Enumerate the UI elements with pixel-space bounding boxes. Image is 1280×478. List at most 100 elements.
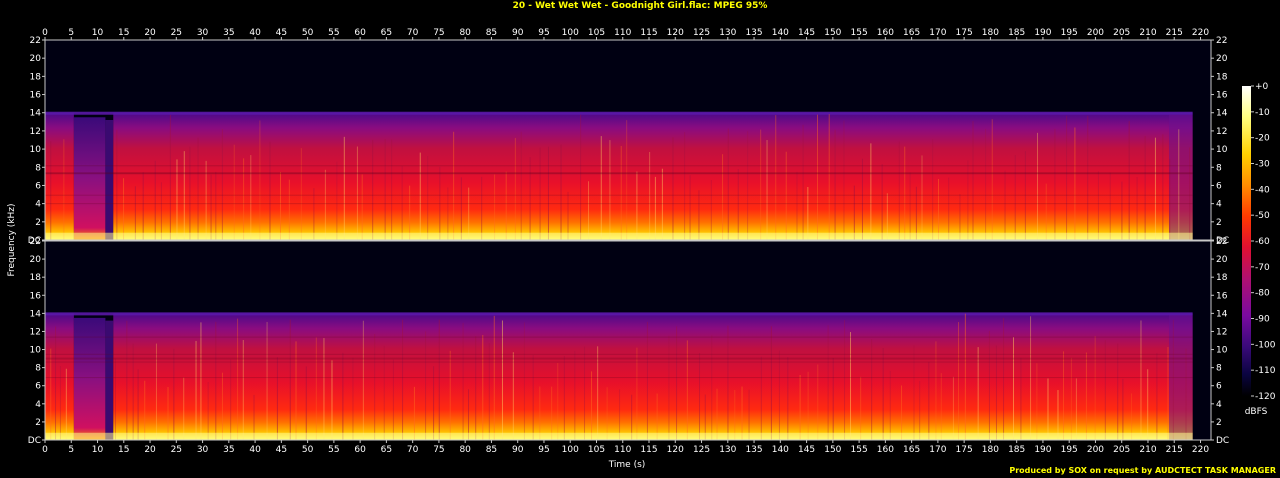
x-tick-label: 140 [772,445,789,455]
x-tick-label: 105 [588,445,605,455]
spectrogram-chart: DC DC2 24 46 68 810 1012 1214 1416 1618 1820 2022 22… [7,28,1276,470]
x-tick-label: 150 [824,445,841,455]
transient-streak [126,320,128,440]
transient-streak [799,374,801,440]
x-tick-label: 155 [851,28,868,38]
transient-streak [514,137,516,240]
x-tick-label: 30 [197,28,209,38]
transient-streak [250,155,252,240]
transient-streak [853,185,855,240]
transient-streak [901,385,903,440]
x-tick-label: 215 [1166,445,1183,455]
spectral-band [45,172,1193,174]
x-tick-label: 35 [223,28,234,38]
spectral-band [45,203,1193,205]
transient-streak [938,178,940,240]
transient-streak [342,352,344,440]
transient-streak [1128,121,1130,240]
y-tick-label: 22 [30,36,41,46]
transient-streak [123,178,125,240]
x-tick-label: 80 [459,28,471,38]
transient-streak [619,389,621,440]
x-tick-label: 130 [719,445,736,455]
x-tick-label: 160 [877,445,894,455]
y-tick-label: 14 [30,309,42,319]
y-tick-label: 16 [30,91,42,101]
quiet-segment [73,317,106,440]
transient-streak [427,155,429,240]
y-tick-label: 12 [30,127,41,137]
x-tick-label: 70 [407,445,419,455]
x-tick-label: 60 [354,28,366,38]
x-tick-label: 80 [459,445,471,455]
x-tick-label: 115 [640,445,657,455]
transient-streak [1162,134,1164,240]
spectral-band [45,194,1193,196]
x-tick-label: 5 [68,445,74,455]
transient-streak [1154,137,1156,240]
transient-streak [114,358,116,440]
transient-streak [560,144,562,240]
x-tick-label: 75 [433,28,444,38]
low-frequency-energy [45,432,1193,440]
transient-streak [1156,352,1158,440]
transient-streak [169,114,171,240]
transient-streak [649,151,651,240]
transient-streak [323,338,325,440]
transient-streak [802,124,804,240]
transient-streak [741,386,743,440]
dip-segment [105,320,114,440]
x-tick-label: 55 [328,28,339,38]
transient-streak [391,139,393,240]
x-tick-label: 65 [381,445,392,455]
x-tick-label: 205 [1113,445,1130,455]
x-tick-label: 0 [42,28,48,38]
x-tick-label: 175 [956,445,973,455]
colorbar-scale [1242,86,1251,396]
x-tick-label: 170 [929,28,946,38]
y-tick-label: 6 [1216,181,1222,191]
transient-streak [727,325,729,440]
transient-streak [816,114,818,240]
transient-streak [995,345,997,440]
x-tick-label: 150 [824,28,841,38]
x-tick-label: 85 [486,445,497,455]
transient-streak [828,114,830,240]
transient-streak [860,376,862,440]
transient-streak [1012,337,1014,440]
y-tick-label: 18 [30,273,42,283]
transient-streak [1020,357,1022,440]
x-tick-label: 95 [538,445,549,455]
y-tick-label: 12 [1216,327,1227,337]
transient-streak [921,155,923,240]
y-tick-label: 14 [1216,109,1228,119]
x-tick-label: 65 [381,28,392,38]
transient-streak [760,129,762,240]
transient-streak [580,114,582,240]
y-tick-label: 12 [1216,127,1227,137]
transient-streak [1030,316,1032,440]
x-tick-label: 35 [223,445,234,455]
transient-streak [1172,319,1174,440]
y-tick-label: 8 [35,163,41,173]
transient-streak [242,339,244,440]
transient-streak [676,326,678,440]
x-tick-label: 145 [798,445,815,455]
transient-streak [539,147,541,240]
y-tick-label: 8 [1216,364,1222,374]
y-tick-label: 14 [1216,309,1228,319]
transient-streak [626,120,628,240]
y-tick-label: 20 [30,255,42,265]
x-tick-label: 90 [512,445,524,455]
x-tick-label: 50 [302,28,314,38]
x-tick-label: 160 [877,28,894,38]
x-tick-label: 140 [772,28,789,38]
transient-streak [392,359,394,440]
y-tick-label: 4 [1216,400,1222,410]
transient-streak [539,386,541,440]
spectral-band [45,165,1193,167]
transient-streak [940,373,942,440]
colorbar-tick-label: -100 [1255,340,1276,350]
transient-streak [494,174,496,240]
transient-streak [295,341,297,440]
